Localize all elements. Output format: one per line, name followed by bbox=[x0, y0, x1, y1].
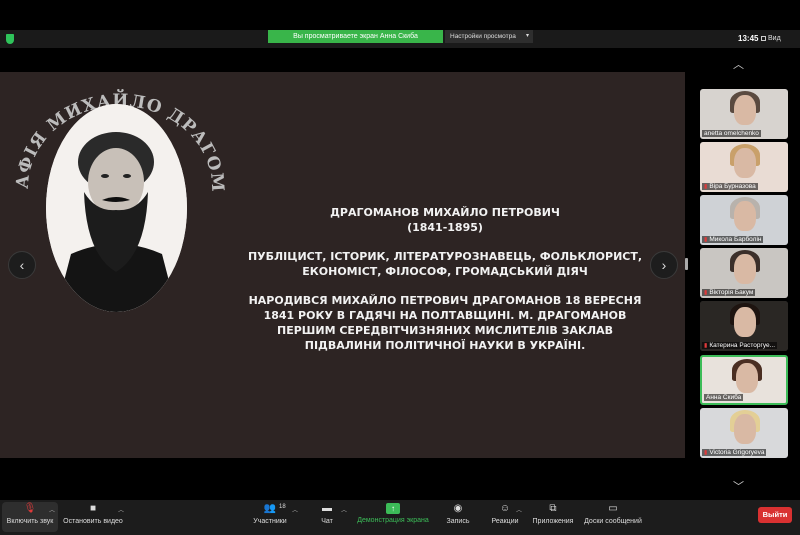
participant-name: Віра Бурназова bbox=[709, 183, 756, 190]
chevron-left-icon: ‹ bbox=[19, 257, 25, 273]
share-screen-label: Демонстрация экрана bbox=[357, 517, 429, 524]
previous-slide-button[interactable]: ‹ bbox=[8, 251, 36, 279]
scroll-up-icon[interactable]: ︿ bbox=[733, 56, 744, 72]
participant-name: Victoria Grigoryeva bbox=[709, 449, 765, 456]
chevron-down-icon: ▾ bbox=[525, 33, 529, 39]
avatar bbox=[736, 363, 758, 393]
muted-mic-icon: ▮ bbox=[704, 290, 708, 296]
participant-tile[interactable]: anetta omelchenko bbox=[700, 89, 788, 139]
participant-tile[interactable]: ▮ Микола Барболін bbox=[700, 195, 788, 245]
chevron-right-icon: › bbox=[661, 257, 667, 273]
apps-button[interactable]: ⧉ Приложения bbox=[530, 503, 576, 525]
participant-name: anetta omelchenko bbox=[704, 130, 759, 137]
participant-name: Катерина Расторгуе... bbox=[709, 342, 776, 349]
avatar bbox=[734, 95, 756, 125]
participant-name: Анна Скиба bbox=[706, 394, 742, 401]
participant-name: Микола Барболін bbox=[709, 236, 762, 243]
avatar bbox=[734, 148, 756, 178]
muted-mic-icon: ▮ bbox=[704, 450, 708, 456]
participant-tile-active-speaker[interactable]: Анна Скиба bbox=[700, 355, 788, 405]
chat-button[interactable]: ▬ Чат bbox=[315, 503, 339, 525]
avatar bbox=[734, 414, 756, 444]
slide-bio: НАРОДИВСЯ МИХАЙЛО ПЕТРОВИЧ ДРАГОМАНОВ 18… bbox=[248, 294, 642, 352]
apps-label: Приложения bbox=[532, 518, 574, 525]
avatar bbox=[734, 201, 756, 231]
participants-options-caret-icon[interactable]: ︿ bbox=[292, 505, 298, 514]
apps-icon: ⧉ bbox=[549, 503, 557, 514]
participant-tile[interactable]: ▮ Катерина Расторгуе... bbox=[700, 301, 788, 351]
scroll-down-icon[interactable]: ﹀ bbox=[733, 478, 744, 494]
avatar bbox=[734, 307, 756, 337]
portrait-illustration bbox=[46, 104, 187, 312]
participant-tile[interactable]: ▮ Віра Бурназова bbox=[700, 142, 788, 192]
security-shield-icon[interactable] bbox=[6, 34, 14, 44]
chat-options-caret-icon[interactable]: ︿ bbox=[341, 505, 347, 514]
record-button[interactable]: ◉ Запись bbox=[442, 503, 474, 525]
avatar bbox=[734, 254, 756, 284]
share-screen-icon: ↑ bbox=[386, 503, 400, 514]
whiteboards-button[interactable]: ▭ Доски сообщений bbox=[581, 503, 645, 525]
whiteboards-label: Доски сообщений bbox=[584, 518, 642, 525]
audio-options-caret-icon[interactable]: ︿ bbox=[49, 505, 55, 514]
participant-name: Вікторія Бакум bbox=[709, 289, 754, 296]
share-screen-button[interactable]: ↑ Демонстрация экрана bbox=[354, 503, 432, 524]
chat-bubble-icon: ▬ bbox=[322, 503, 332, 514]
slide-text-block: ДРАГОМАНОВ МИХАЙЛО ПЕТРОВИЧ (1841-1895) … bbox=[240, 205, 650, 367]
record-label: Запись bbox=[446, 518, 470, 525]
reactions-options-caret-icon[interactable]: ︿ bbox=[516, 505, 522, 514]
reactions-label: Реакции bbox=[491, 518, 519, 525]
whiteboard-icon: ▭ bbox=[608, 503, 618, 514]
participant-tile[interactable]: ▮ Victoria Grigoryeva bbox=[700, 408, 788, 458]
panel-resize-handle[interactable] bbox=[685, 258, 688, 270]
view-button[interactable]: Вид bbox=[768, 35, 781, 42]
slide-roles: ПУБЛІЦИСТ, ІСТОРИК, ЛІТЕРАТУРОЗНАВЕЦЬ, Ф… bbox=[247, 250, 643, 278]
chat-label: Чат bbox=[321, 518, 333, 525]
record-icon: ◉ bbox=[453, 503, 463, 514]
stop-video-button[interactable]: ■ Остановить видео bbox=[60, 503, 126, 525]
muted-mic-icon: ▮ bbox=[704, 237, 708, 243]
stop-video-label: Остановить видео bbox=[63, 518, 123, 525]
leave-meeting-button[interactable]: Выйти bbox=[758, 507, 792, 523]
view-settings-button[interactable]: Настройки просмотра ▾ bbox=[445, 30, 533, 43]
view-settings-label: Настройки просмотра bbox=[450, 33, 516, 40]
grid-view-icon[interactable] bbox=[761, 36, 766, 41]
video-options-caret-icon[interactable]: ︿ bbox=[118, 505, 124, 514]
portrait-image bbox=[46, 104, 187, 312]
viewing-screen-banner: Вы просматриваете экран Анна Скиба bbox=[268, 30, 443, 43]
clock: 13:45 bbox=[738, 34, 759, 43]
video-camera-icon: ■ bbox=[89, 503, 97, 514]
unmute-label: Включить звук bbox=[6, 518, 54, 525]
next-slide-button[interactable]: › bbox=[650, 251, 678, 279]
slide-heading: ДРАГОМАНОВ МИХАЙЛО ПЕТРОВИЧ (1841-1895) bbox=[330, 206, 560, 234]
participants-count-badge: 18 bbox=[279, 504, 286, 510]
participant-tile[interactable]: ▮ Вікторія Бакум bbox=[700, 248, 788, 298]
muted-mic-icon: ▮ bbox=[704, 184, 708, 190]
participants-label: Участники bbox=[253, 518, 287, 525]
muted-mic-icon: ▮ bbox=[704, 343, 708, 349]
